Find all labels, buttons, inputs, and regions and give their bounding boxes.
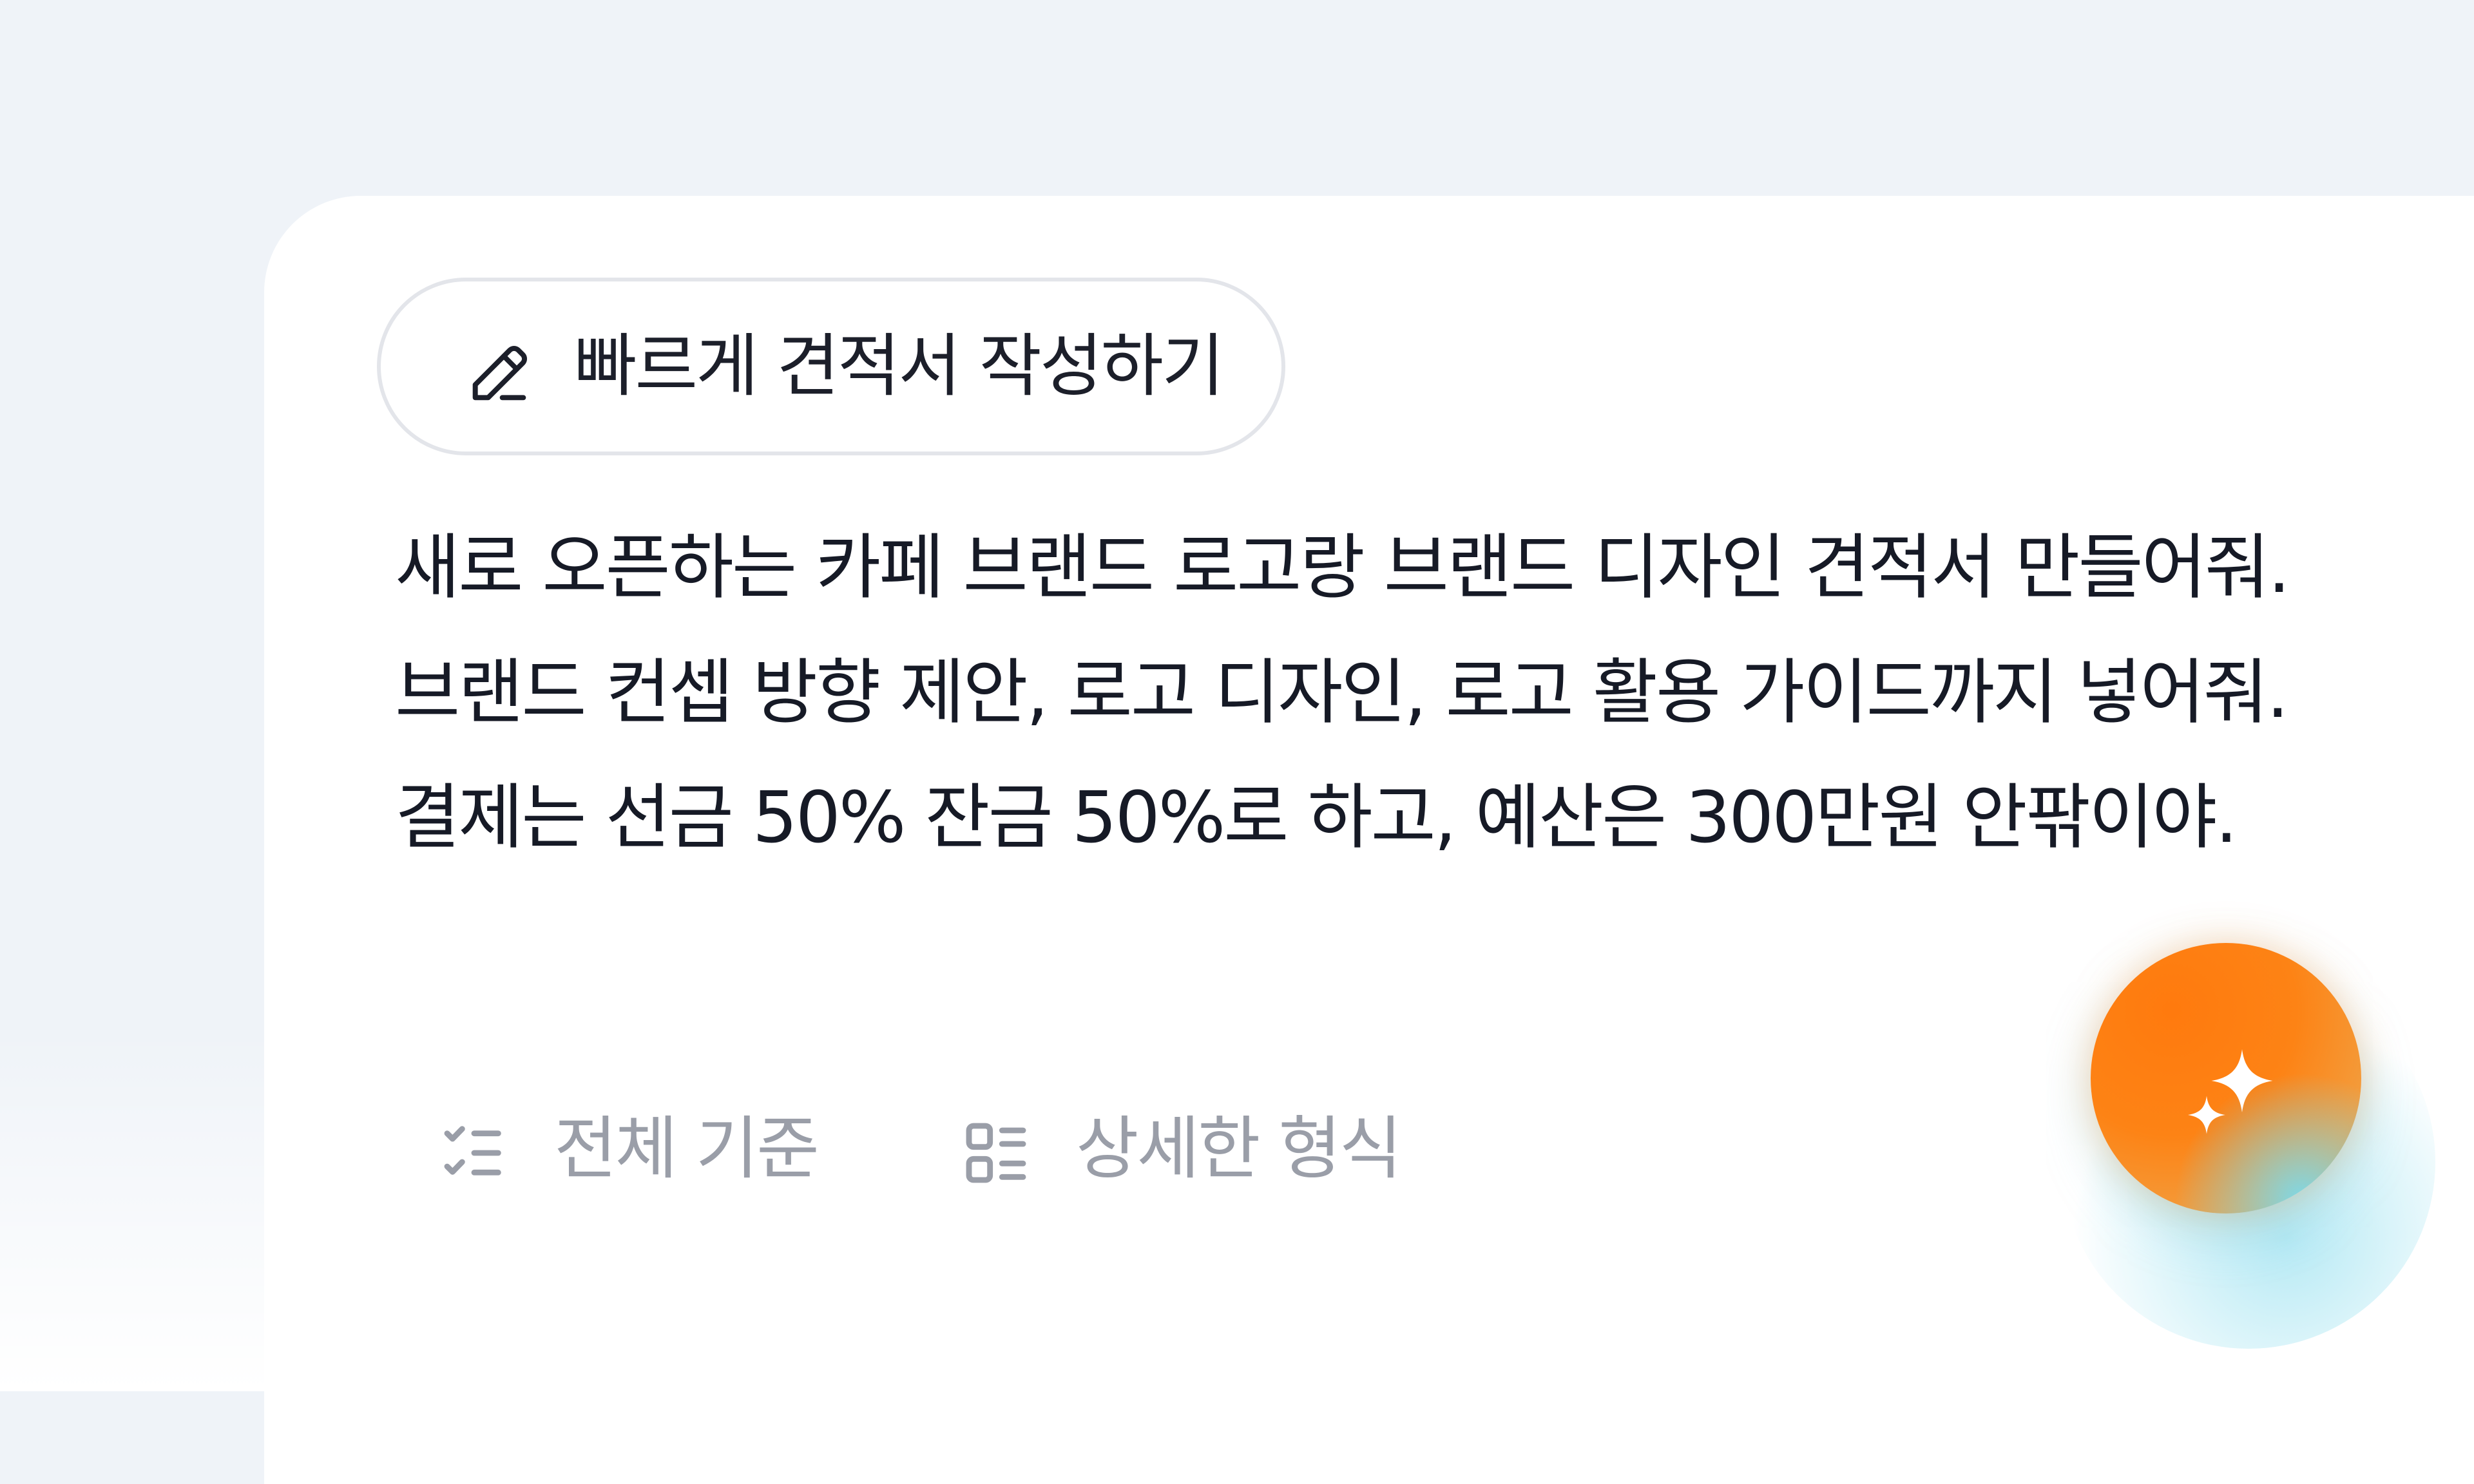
prompt-text[interactable]: 새로 오픈하는 카페 브랜드 로고랑 브랜드 디자인 견적서 만들어줘. 브랜드… — [395, 505, 2328, 880]
prompt-line: 새로 오픈하는 카페 브랜드 로고랑 브랜드 디자인 견적서 만들어줘. — [395, 526, 2290, 609]
compose-card: 빠르게 견적서 작성하기 새로 오픈하는 카페 브랜드 로고랑 브랜드 디자인 … — [264, 196, 2474, 1484]
format-option-button[interactable]: 상세한 형식 — [960, 1085, 1450, 1213]
criteria-option-label: 전체 기준 — [554, 1109, 820, 1188]
list-detail-icon — [966, 1123, 1026, 1183]
prompt-line: 브랜드 컨셉 방향 제안, 로고 디자인, 로고 활용 가이드까지 넣어줘. — [395, 651, 2289, 734]
pencil-icon — [472, 345, 528, 401]
generate-button[interactable] — [2091, 943, 2361, 1213]
sparkle-icon — [2188, 1049, 2273, 1134]
checklist-icon — [444, 1126, 501, 1175]
quick-estimate-mode-chip[interactable]: 빠르게 견적서 작성하기 — [377, 278, 1285, 455]
criteria-option-button[interactable]: 전체 기준 — [438, 1085, 838, 1213]
format-option-label: 상세한 형식 — [1076, 1109, 1402, 1188]
mode-chip-label: 빠르게 견적서 작성하기 — [574, 327, 1225, 406]
prompt-line: 결제는 선금 50% 잔금 50%로 하고, 예산은 300만원 안팎이야. — [395, 776, 2238, 859]
